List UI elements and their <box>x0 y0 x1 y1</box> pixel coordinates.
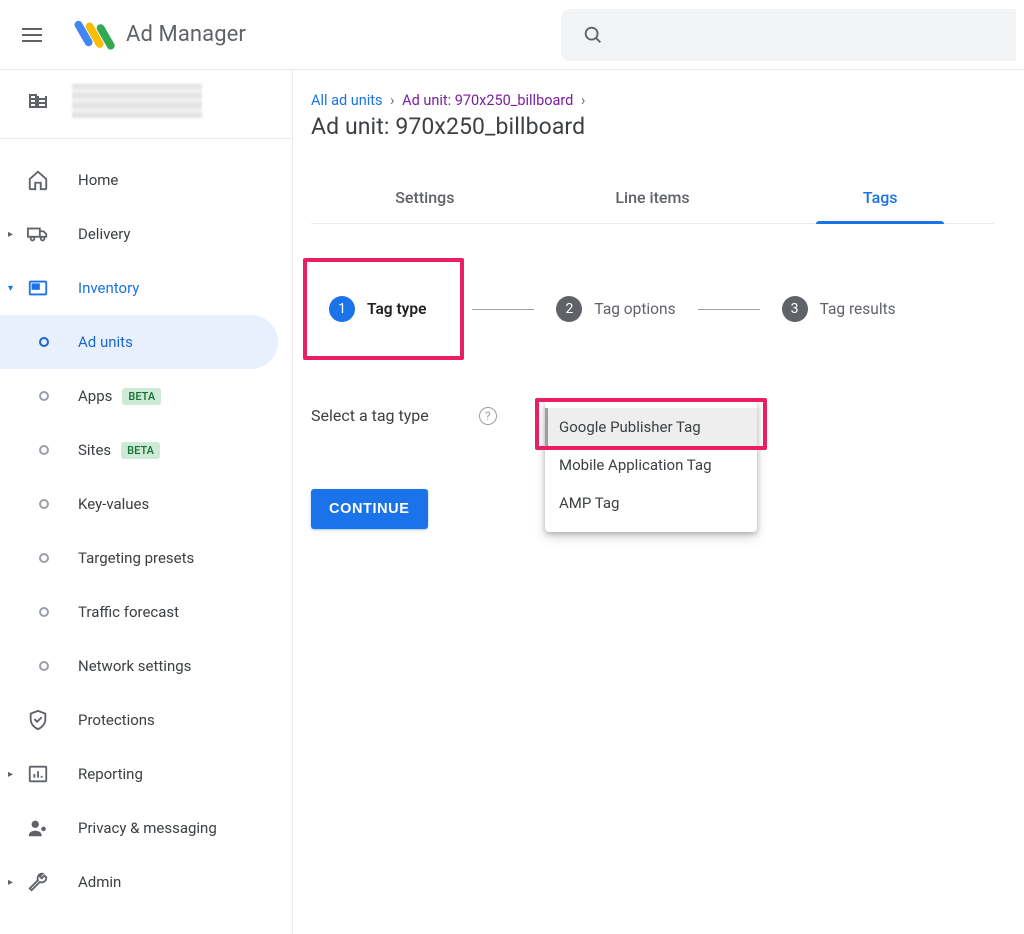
page-title: Ad unit: 970x250_billboard <box>311 113 994 140</box>
stepper: 1 Tag type 2 Tag options 3 Tag results <box>311 258 994 360</box>
step-connector <box>698 309 760 310</box>
inventory-icon <box>26 276 50 300</box>
nav-admin[interactable]: ▸ Admin <box>0 855 292 909</box>
dropdown-option-amp[interactable]: AMP Tag <box>545 484 757 522</box>
hamburger-icon <box>22 34 42 36</box>
domain-icon <box>26 87 50 115</box>
nav-inventory[interactable]: ▾ Inventory <box>0 261 292 315</box>
tab-line-items[interactable]: Line items <box>539 176 767 223</box>
breadcrumb-root[interactable]: All ad units <box>311 92 383 109</box>
app-header: Ad Manager <box>0 0 1024 70</box>
beta-badge: BETA <box>122 388 161 405</box>
sub-traffic-forecast[interactable]: Traffic forecast <box>0 585 292 639</box>
tag-type-dropdown: Google Publisher Tag Mobile Application … <box>545 400 757 532</box>
sub-label: Ad units <box>78 333 133 351</box>
sub-label: Targeting presets <box>78 549 194 567</box>
sidebar: Home ▸ Delivery ▾ Inventory Ad units <box>0 70 293 934</box>
step-tag-results[interactable]: 3 Tag results <box>768 286 910 332</box>
highlight-tag-type: 1 Tag type <box>303 258 464 360</box>
chevron-right-icon: › <box>390 92 394 109</box>
person-lock-icon <box>26 816 50 840</box>
caret-right-icon: ▸ <box>8 769 13 780</box>
step-tag-type[interactable]: 1 Tag type <box>315 286 440 332</box>
nav-protections[interactable]: Protections <box>0 693 292 747</box>
step-number: 3 <box>782 296 808 322</box>
sub-label: Network settings <box>78 657 191 675</box>
nav-label: Home <box>78 171 118 189</box>
chart-icon <box>26 762 50 786</box>
app-title: Ad Manager <box>126 22 246 47</box>
sub-apps[interactable]: Apps BETA <box>0 369 292 423</box>
caret-right-icon: ▸ <box>8 229 13 240</box>
tab-settings[interactable]: Settings <box>311 176 539 223</box>
bullet-icon <box>39 445 49 455</box>
chevron-right-icon: › <box>581 92 585 109</box>
tag-type-section: Select a tag type ? Google Publisher Tag… <box>311 406 994 425</box>
step-label: Tag type <box>367 300 426 318</box>
bullet-icon <box>39 499 49 509</box>
help-icon[interactable]: ? <box>479 407 497 425</box>
sub-key-values[interactable]: Key-values <box>0 477 292 531</box>
step-number: 2 <box>556 296 582 322</box>
bullet-icon <box>39 553 49 563</box>
bullet-icon <box>39 661 49 671</box>
bullet-icon <box>39 337 49 347</box>
org-selector[interactable] <box>0 70 292 139</box>
step-tag-options[interactable]: 2 Tag options <box>542 286 689 332</box>
menu-button[interactable] <box>8 11 56 59</box>
home-icon <box>26 168 50 192</box>
tabs: Settings Line items Tags <box>311 176 994 224</box>
sub-targeting-presets[interactable]: Targeting presets <box>0 531 292 585</box>
shield-icon <box>26 708 50 732</box>
sub-network-settings[interactable]: Network settings <box>0 639 292 693</box>
sub-label: Key-values <box>78 495 149 513</box>
nav-home[interactable]: Home <box>0 153 292 207</box>
caret-down-icon: ▾ <box>8 283 13 294</box>
truck-icon <box>26 222 50 246</box>
step-label: Tag options <box>594 300 675 318</box>
step-label: Tag results <box>820 300 896 318</box>
nav-label: Protections <box>78 711 155 729</box>
nav-reporting[interactable]: ▸ Reporting <box>0 747 292 801</box>
continue-button[interactable]: CONTINUE <box>311 489 428 529</box>
app-logo-wrap[interactable]: Ad Manager <box>74 14 246 56</box>
ad-manager-logo-icon <box>74 14 116 56</box>
nav-label: Reporting <box>78 765 143 783</box>
nav: Home ▸ Delivery ▾ Inventory Ad units <box>0 139 292 909</box>
breadcrumb-adunit[interactable]: Ad unit: 970x250_billboard <box>402 92 573 109</box>
bullet-icon <box>39 607 49 617</box>
nav-label: Privacy & messaging <box>78 819 217 837</box>
org-name-redacted <box>72 84 202 118</box>
step-connector <box>472 309 534 310</box>
dropdown-option-mobile[interactable]: Mobile Application Tag <box>545 446 757 484</box>
tab-tags[interactable]: Tags <box>766 176 994 223</box>
search-icon <box>569 11 617 59</box>
nav-label: Admin <box>78 873 121 891</box>
nav-label: Delivery <box>78 225 131 243</box>
dropdown-option-gpt[interactable]: Google Publisher Tag <box>545 408 757 446</box>
caret-right-icon: ▸ <box>8 877 13 888</box>
step-number: 1 <box>329 296 355 322</box>
section-label: Select a tag type <box>311 406 429 425</box>
nav-privacy[interactable]: Privacy & messaging <box>0 801 292 855</box>
sub-ad-units[interactable]: Ad units <box>0 315 278 369</box>
sub-sites[interactable]: Sites BETA <box>0 423 292 477</box>
nav-label: Inventory <box>78 279 139 297</box>
main-content: All ad units › Ad unit: 970x250_billboar… <box>293 70 1024 934</box>
sub-label: Apps <box>78 387 112 405</box>
beta-badge: BETA <box>121 442 160 459</box>
nav-delivery[interactable]: ▸ Delivery <box>0 207 292 261</box>
wrench-icon <box>26 870 50 894</box>
bullet-icon <box>39 391 49 401</box>
search-bar[interactable] <box>561 9 1016 61</box>
breadcrumb: All ad units › Ad unit: 970x250_billboar… <box>311 92 994 109</box>
sub-label: Sites <box>78 441 111 459</box>
sub-label: Traffic forecast <box>78 603 179 621</box>
